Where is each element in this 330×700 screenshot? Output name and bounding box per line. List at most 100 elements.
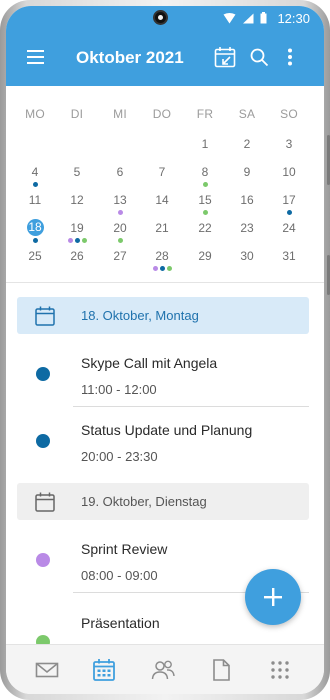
calendar-day-icon bbox=[35, 306, 55, 326]
day-cell[interactable]: 19 bbox=[56, 220, 98, 248]
day-number: 31 bbox=[282, 249, 296, 263]
day-cell[interactable]: 17 bbox=[268, 192, 310, 220]
event-time: 08:00 - 09:00 bbox=[81, 568, 158, 583]
day-number: 8 bbox=[201, 165, 209, 179]
day-cell[interactable]: 5 bbox=[56, 164, 98, 192]
day-header-label: 18. Oktober, Montag bbox=[81, 308, 199, 323]
event-time: 11:00 - 12:00 bbox=[81, 382, 157, 397]
day-number: 10 bbox=[282, 165, 296, 179]
day-cell[interactable]: 13 bbox=[99, 192, 141, 220]
day-number: 12 bbox=[70, 193, 84, 207]
event-dots bbox=[14, 238, 56, 244]
menu-icon[interactable] bbox=[26, 49, 46, 65]
event-item[interactable]: Status Update und Planung 20:00 - 23:30 bbox=[6, 408, 324, 474]
event-color-dot bbox=[36, 553, 50, 567]
weekday-label: MI bbox=[99, 106, 141, 134]
event-title: Skype Call mit Angela bbox=[81, 355, 218, 371]
people-icon[interactable] bbox=[150, 657, 176, 683]
calendar-icon[interactable] bbox=[91, 657, 117, 683]
signal-icon bbox=[243, 13, 254, 23]
event-dot bbox=[152, 266, 158, 271]
day-number: 17 bbox=[282, 193, 296, 207]
day-number: 19 bbox=[70, 221, 84, 235]
day-cell[interactable]: 11 bbox=[14, 192, 56, 220]
day-number: 30 bbox=[240, 249, 254, 263]
add-event-button[interactable] bbox=[245, 569, 301, 625]
file-icon[interactable] bbox=[208, 657, 234, 683]
day-number: 2 bbox=[243, 137, 251, 151]
day-number: 7 bbox=[158, 165, 166, 179]
event-dots bbox=[184, 210, 226, 216]
event-dots bbox=[56, 238, 98, 244]
more-options-icon[interactable] bbox=[287, 48, 293, 66]
front-camera bbox=[153, 10, 168, 25]
day-cell[interactable]: 9 bbox=[226, 164, 268, 192]
weekday-label: SO bbox=[268, 106, 310, 134]
phone-frame: 12:30 Oktober 2021 MO DI MI DO FR SA SO … bbox=[0, 0, 330, 700]
today-icon[interactable] bbox=[214, 46, 236, 68]
day-number: 9 bbox=[243, 165, 251, 179]
day-cell[interactable]: 21 bbox=[141, 220, 183, 248]
day-cell[interactable]: 15 bbox=[184, 192, 226, 220]
status-time: 12:30 bbox=[277, 10, 310, 26]
day-cell[interactable]: 30 bbox=[226, 248, 268, 276]
weekday-text: SO bbox=[280, 107, 298, 121]
plus-icon bbox=[264, 588, 282, 606]
day-cell-selected[interactable]: 18 bbox=[14, 219, 56, 248]
page-title[interactable]: Oktober 2021 bbox=[76, 48, 184, 68]
day-number: 4 bbox=[31, 165, 39, 179]
day-cell[interactable]: 27 bbox=[99, 248, 141, 276]
day-cell[interactable]: 24 bbox=[268, 220, 310, 248]
weekday-text: MI bbox=[113, 107, 127, 121]
bottom-nav bbox=[6, 644, 324, 694]
weekday-text: MO bbox=[25, 107, 45, 121]
weekday-label: MO bbox=[14, 106, 56, 134]
mail-icon[interactable] bbox=[34, 657, 60, 683]
day-cell[interactable]: 3 bbox=[268, 136, 310, 164]
day-cell[interactable]: 16 bbox=[226, 192, 268, 220]
day-cell[interactable]: 20 bbox=[99, 220, 141, 248]
screen: 12:30 Oktober 2021 MO DI MI DO FR SA SO … bbox=[6, 6, 324, 694]
day-cell[interactable]: 23 bbox=[226, 220, 268, 248]
event-item[interactable]: Skype Call mit Angela 11:00 - 12:00 bbox=[6, 341, 324, 407]
day-number: 18 bbox=[26, 219, 44, 236]
battery-icon bbox=[260, 12, 267, 24]
day-number: 11 bbox=[28, 193, 42, 207]
day-number: 29 bbox=[198, 249, 212, 263]
weekday-label: SA bbox=[226, 106, 268, 134]
day-header-selected[interactable]: 18. Oktober, Montag bbox=[17, 297, 309, 334]
weekday-text: SA bbox=[238, 107, 256, 121]
day-cell[interactable]: 10 bbox=[268, 164, 310, 192]
day-cell[interactable]: 6 bbox=[99, 164, 141, 192]
day-cell[interactable]: 31 bbox=[268, 248, 310, 276]
app-bar: Oktober 2021 bbox=[6, 30, 324, 86]
event-dot bbox=[32, 238, 38, 243]
day-cell[interactable]: 26 bbox=[56, 248, 98, 276]
day-cell[interactable]: 14 bbox=[141, 192, 183, 220]
day-number: 20 bbox=[113, 221, 127, 235]
event-title: Sprint Review bbox=[81, 541, 168, 557]
day-cell[interactable]: 25 bbox=[14, 248, 56, 276]
day-number: 21 bbox=[155, 221, 169, 235]
event-color-dot bbox=[36, 367, 50, 381]
day-number: 27 bbox=[113, 249, 127, 263]
day-cell[interactable]: 2 bbox=[226, 136, 268, 164]
day-cell[interactable]: 1 bbox=[184, 136, 226, 164]
day-cell[interactable]: 7 bbox=[141, 164, 183, 192]
event-dots bbox=[141, 266, 183, 272]
search-icon[interactable] bbox=[250, 48, 269, 67]
day-cell[interactable]: 12 bbox=[56, 192, 98, 220]
day-cell[interactable]: 22 bbox=[184, 220, 226, 248]
day-cell[interactable]: 28 bbox=[141, 248, 183, 276]
month-grid: MO DI MI DO FR SA SO 1 2 3 4 5 6 7 8 9 10 11 12 13 14 15 16 17 1… bbox=[6, 86, 324, 282]
event-color-dot bbox=[36, 434, 50, 448]
day-cell[interactable]: 4 bbox=[14, 164, 56, 192]
event-time: 20:00 - 23:30 bbox=[81, 449, 158, 464]
day-cell[interactable]: 29 bbox=[184, 248, 226, 276]
calendar-day-icon bbox=[35, 492, 55, 512]
day-cell[interactable]: 8 bbox=[184, 164, 226, 192]
day-header[interactable]: 19. Oktober, Dienstag bbox=[17, 483, 309, 520]
day-number: 15 bbox=[198, 193, 212, 207]
apps-grid-icon[interactable] bbox=[267, 657, 293, 683]
weekday-label: DO bbox=[141, 106, 183, 134]
